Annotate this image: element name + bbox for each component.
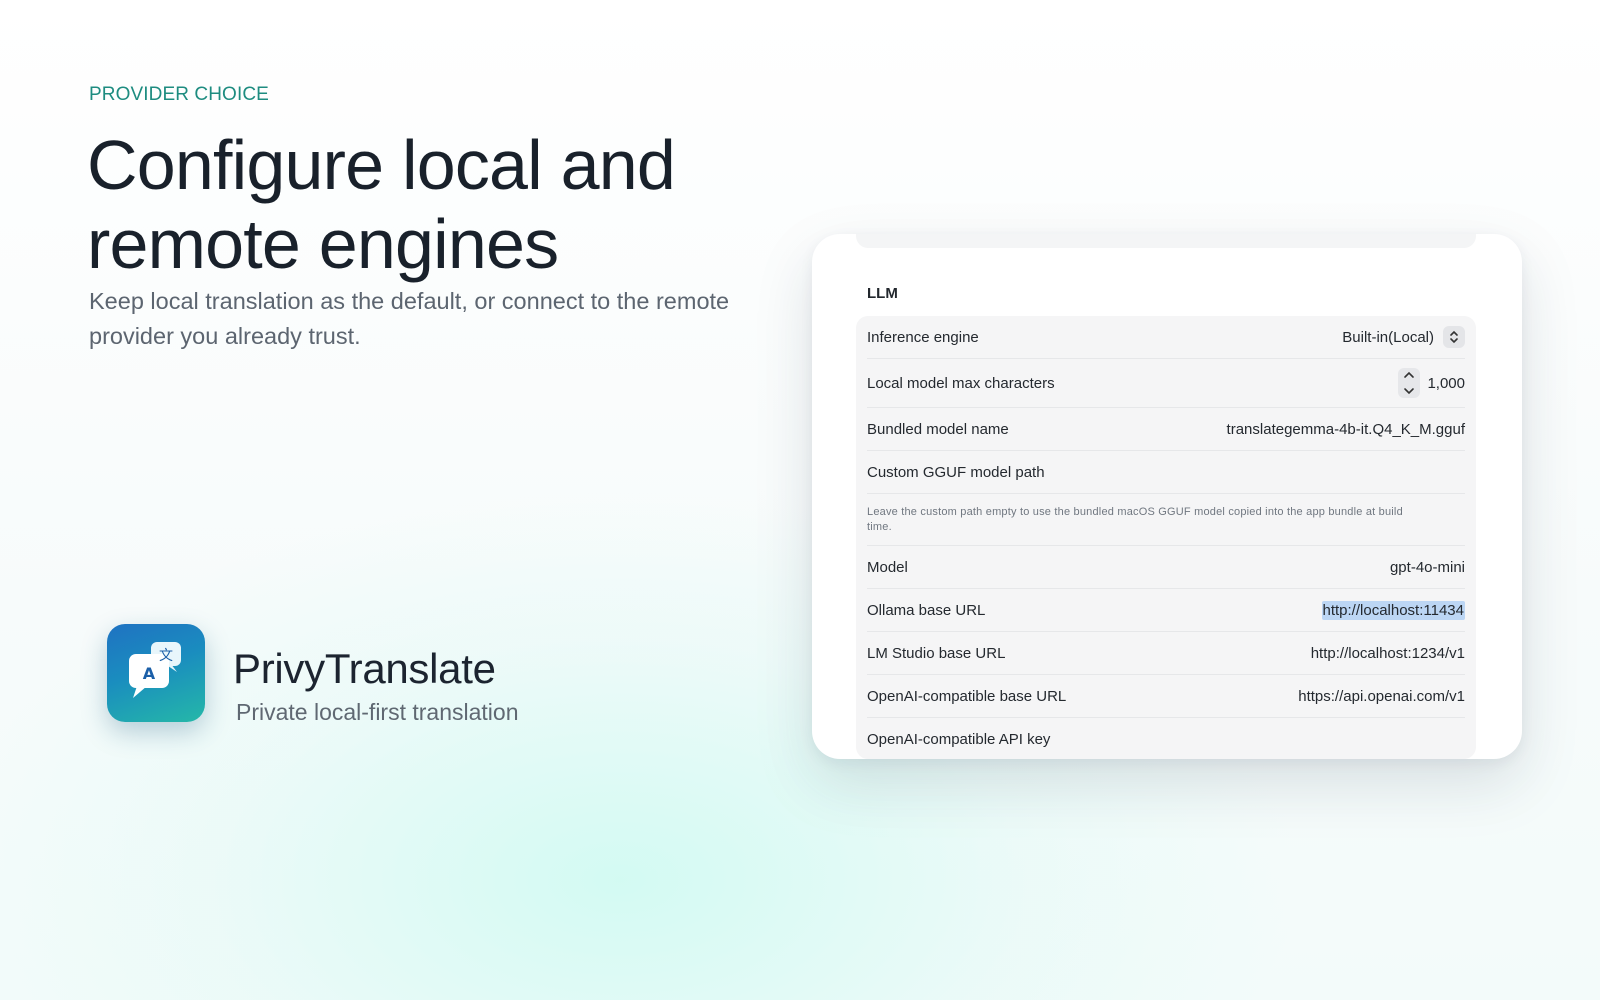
ollama-base-url-field[interactable]: http://localhost:11434 [1321,600,1465,620]
openai-base-url-field[interactable]: https://api.openai.com/v1 [1298,688,1465,705]
row-model: Model gpt-4o-mini [867,546,1465,589]
bundled-model-label: Bundled model name [867,420,1009,438]
icon-glyph-bottom: A [143,664,156,683]
row-lmstudio-base-url: LM Studio base URL http://localhost:1234… [867,632,1465,675]
brand-tagline: Private local-first translation [236,699,519,725]
brand-name: PrivyTranslate [233,645,496,692]
inference-engine-value: Built-in(Local) [1342,328,1434,346]
stepper-up-icon[interactable] [1403,371,1415,379]
section-title-llm: LLM [867,285,898,302]
bundled-model-value: translategemma-4b-it.Q4_K_M.gguf [1226,420,1465,438]
headline: Configure local and remote engines [87,126,807,284]
local-max-characters-value[interactable]: 1,000 [1427,375,1465,392]
inference-engine-popup[interactable]: Built-in(Local) [1342,326,1465,348]
lmstudio-base-url-field[interactable]: http://localhost:1234/v1 [1311,645,1465,662]
row-custom-path-note: Leave the custom path empty to use the b… [867,494,1465,546]
max-characters-stepper[interactable] [1398,368,1421,398]
row-openai-base-url: OpenAI-compatible base URL https://api.o… [867,675,1465,718]
custom-path-note: Leave the custom path empty to use the b… [867,505,1403,533]
row-custom-gguf-path: Custom GGUF model path [867,451,1465,494]
model-field[interactable]: gpt-4o-mini [1390,559,1465,576]
popup-chevrons-icon[interactable] [1443,326,1465,348]
row-openai-api-key: OpenAI-compatible API key [867,718,1465,759]
settings-card: LLM Inference engine Built-in(Local) Loc… [812,234,1522,759]
openai-api-key-label: OpenAI-compatible API key [867,731,1051,748]
subline: Keep local translation as the default, o… [89,288,730,349]
icon-glyph-top: 文 [159,648,173,664]
headline-line-2: remote engines [87,205,559,283]
headline-line-1: Configure local and [87,126,676,204]
lmstudio-base-url-label: LM Studio base URL [867,644,1006,662]
eyebrow: PROVIDER CHOICE [89,84,269,105]
row-ollama-base-url: Ollama base URL http://localhost:11434 [867,589,1465,632]
local-max-characters-label: Local model max characters [867,374,1055,392]
ollama-base-url-label: Ollama base URL [867,601,986,619]
inference-engine-label: Inference engine [867,328,979,346]
local-max-characters-control: 1,000 [1398,368,1465,398]
app-icon: 文 A [107,624,205,722]
row-bundled-model-name: Bundled model name translategemma-4b-it.… [867,408,1465,451]
chat-bubbles-icon: 文 A [129,642,181,698]
row-local-max-characters: Local model max characters 1,000 [867,359,1465,408]
model-label: Model [867,558,908,576]
row-inference-engine: Inference engine Built-in(Local) [867,316,1465,359]
previous-group-strip [856,234,1476,248]
stepper-down-icon[interactable] [1403,387,1415,395]
llm-settings-group: Inference engine Built-in(Local) Local m… [856,316,1476,759]
openai-base-url-label: OpenAI-compatible base URL [867,687,1067,705]
custom-gguf-label: Custom GGUF model path [867,463,1045,481]
